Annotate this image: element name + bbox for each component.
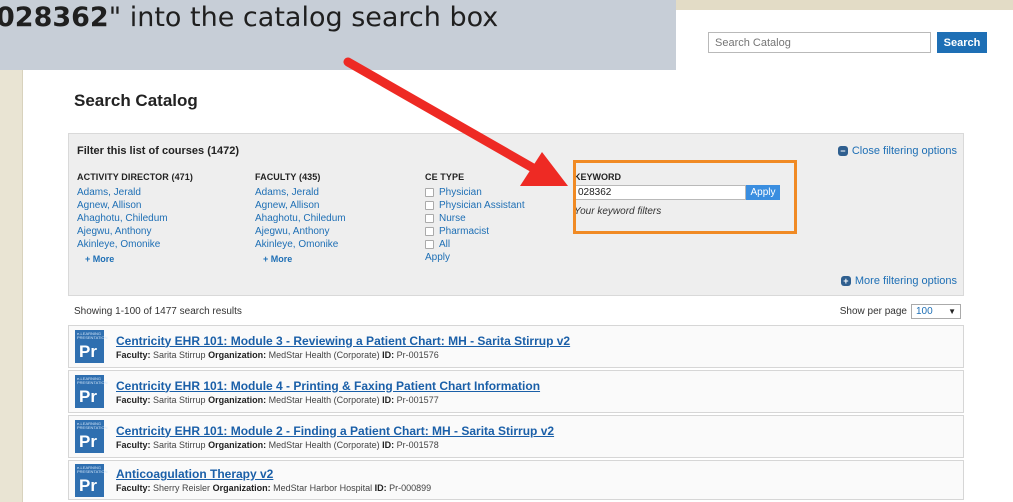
red-arrow-shaft bbox=[343, 57, 545, 177]
annotation-arrows bbox=[343, 57, 568, 186]
